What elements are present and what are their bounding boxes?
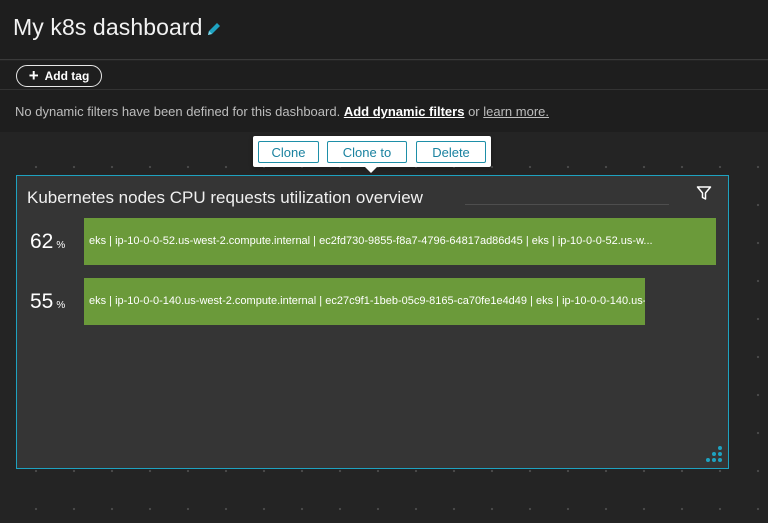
dynamic-filters-bar: No dynamic filters have been defined for… [0, 90, 768, 132]
bar-fill: eks | ip-10-0-0-52.us-west-2.compute.int… [84, 218, 716, 265]
row-percentage: 55% [30, 290, 65, 314]
clone-to-button[interactable]: Clone to [327, 141, 407, 163]
resize-handle-icon[interactable] [702, 442, 724, 464]
tile-title: Kubernetes nodes CPU requests utilizatio… [27, 188, 423, 207]
plus-icon: + [28, 66, 39, 85]
filters-or-text: or [464, 104, 484, 119]
dynamic-filters-message: No dynamic filters have been defined for… [15, 104, 549, 119]
delete-button[interactable]: Delete [416, 141, 486, 163]
row-unit: % [56, 240, 66, 251]
funnel-icon[interactable] [696, 185, 712, 201]
cpu-utilization-tile[interactable]: Kubernetes nodes CPU requests utilizatio… [16, 175, 729, 469]
filters-message-text: No dynamic filters have been defined for… [15, 104, 344, 119]
tag-bar: + Add tag [0, 61, 768, 90]
clone-button[interactable]: Clone [258, 141, 319, 163]
add-tag-button[interactable]: + Add tag [16, 65, 102, 87]
bar-label: eks | ip-10-0-0-140.us-west-2.compute.in… [89, 295, 645, 307]
pencil-icon[interactable] [205, 20, 223, 38]
dashboard-title[interactable]: My k8s dashboard [13, 14, 203, 41]
add-tag-label: Add tag [44, 69, 90, 83]
row-value: 62 [30, 230, 54, 253]
bar-row[interactable]: eks | ip-10-0-0-52.us-west-2.compute.int… [84, 218, 716, 265]
row-value: 55 [30, 290, 54, 313]
learn-more-link[interactable]: learn more. [483, 104, 549, 119]
add-dynamic-filters-link[interactable]: Add dynamic filters [344, 104, 465, 119]
dashboard-header: My k8s dashboard [0, 0, 768, 60]
tile-actions-popover: Clone Clone to Delete [253, 136, 491, 173]
title-divider [465, 204, 669, 205]
bar-row[interactable]: eks | ip-10-0-0-140.us-west-2.compute.in… [84, 278, 716, 325]
bar-label: eks | ip-10-0-0-52.us-west-2.compute.int… [89, 235, 653, 247]
row-percentage: 62% [30, 230, 65, 254]
row-unit: % [56, 300, 66, 311]
bar-fill: eks | ip-10-0-0-140.us-west-2.compute.in… [84, 278, 645, 325]
